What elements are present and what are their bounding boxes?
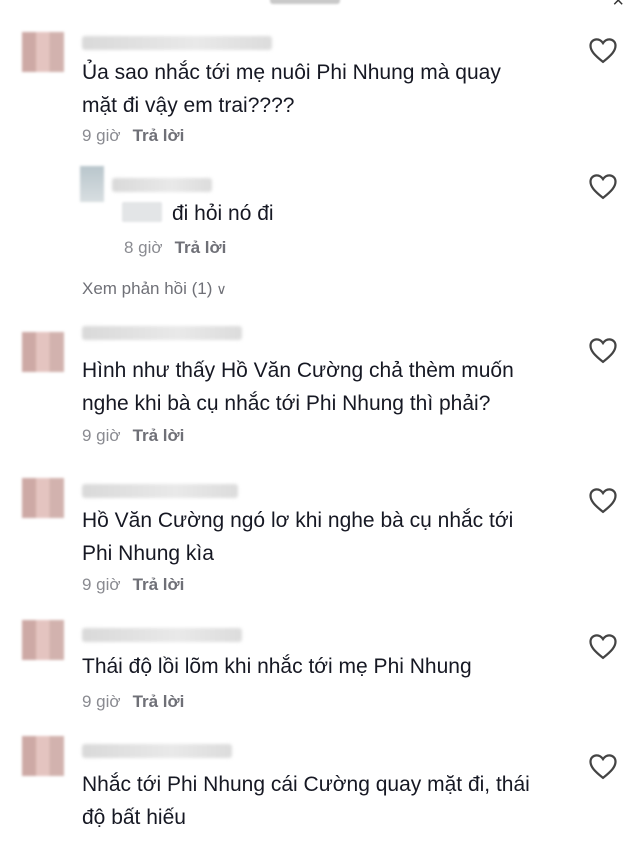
heart-outline-icon[interactable]: [588, 632, 618, 660]
close-icon[interactable]: ×: [612, 0, 624, 13]
comment-time: 9 giờ: [82, 126, 121, 145]
comment-time: 9 giờ: [82, 426, 121, 445]
comment-meta: 8 giờ Trả lời: [124, 238, 226, 258]
comment-time: 9 giờ: [82, 575, 121, 594]
avatar[interactable]: [22, 332, 64, 372]
avatar[interactable]: [22, 620, 64, 660]
avatar[interactable]: [22, 478, 64, 518]
top-cutoff: ×: [0, 0, 640, 12]
username-blurred[interactable]: [112, 178, 212, 192]
comment-time: 8 giờ: [124, 238, 163, 257]
comment-text: Ủa sao nhắc tới mẹ nuôi Phi Nhung mà qua…: [82, 61, 501, 117]
comment-text: đi hỏi nó đi: [172, 202, 274, 225]
reply-button[interactable]: Trả lời: [133, 575, 185, 594]
comment-meta: 9 giờ Trả lời: [82, 426, 184, 446]
reply-button[interactable]: Trả lời: [133, 426, 185, 445]
comment-text: Nhắc tới Phi Nhung cái Cường quay mặt đi…: [82, 773, 530, 829]
comment-text: Thái độ lồi lõm khi nhắc tới mẹ Phi Nhun…: [82, 655, 472, 678]
comment-meta: 9 giờ Trả lời: [82, 126, 184, 146]
reply-button[interactable]: Trả lời: [133, 692, 185, 711]
heart-outline-icon[interactable]: [588, 36, 618, 64]
comment-meta: 9 giờ Trả lời: [82, 692, 184, 712]
reply-button[interactable]: Trả lời: [133, 126, 185, 145]
username-blurred[interactable]: [82, 628, 242, 642]
heart-outline-icon[interactable]: [588, 172, 618, 200]
heart-outline-icon[interactable]: [588, 336, 618, 364]
mention-blurred: [122, 202, 162, 222]
comment-text: Hồ Văn Cường ngó lơ khi nghe bà cụ nhắc …: [82, 509, 514, 565]
avatar[interactable]: [22, 736, 64, 776]
heart-outline-icon[interactable]: [588, 752, 618, 780]
heart-outline-icon[interactable]: [588, 486, 618, 514]
username-blurred[interactable]: [82, 326, 242, 340]
username-blurred[interactable]: [82, 484, 238, 498]
reply-button[interactable]: Trả lời: [175, 238, 227, 257]
avatar[interactable]: [22, 32, 64, 72]
comment-meta: 9 giờ Trả lời: [82, 575, 184, 595]
username-blurred[interactable]: [82, 744, 232, 758]
view-replies-button[interactable]: Xem phản hồi (1) ∨: [82, 279, 227, 299]
username-blurred[interactable]: [82, 36, 272, 50]
chevron-down-icon: ∨: [216, 281, 227, 297]
comment-text: Hình như thấy Hồ Văn Cường chả thèm muốn…: [82, 359, 514, 415]
comment-time: 9 giờ: [82, 692, 121, 711]
avatar[interactable]: [80, 166, 104, 202]
